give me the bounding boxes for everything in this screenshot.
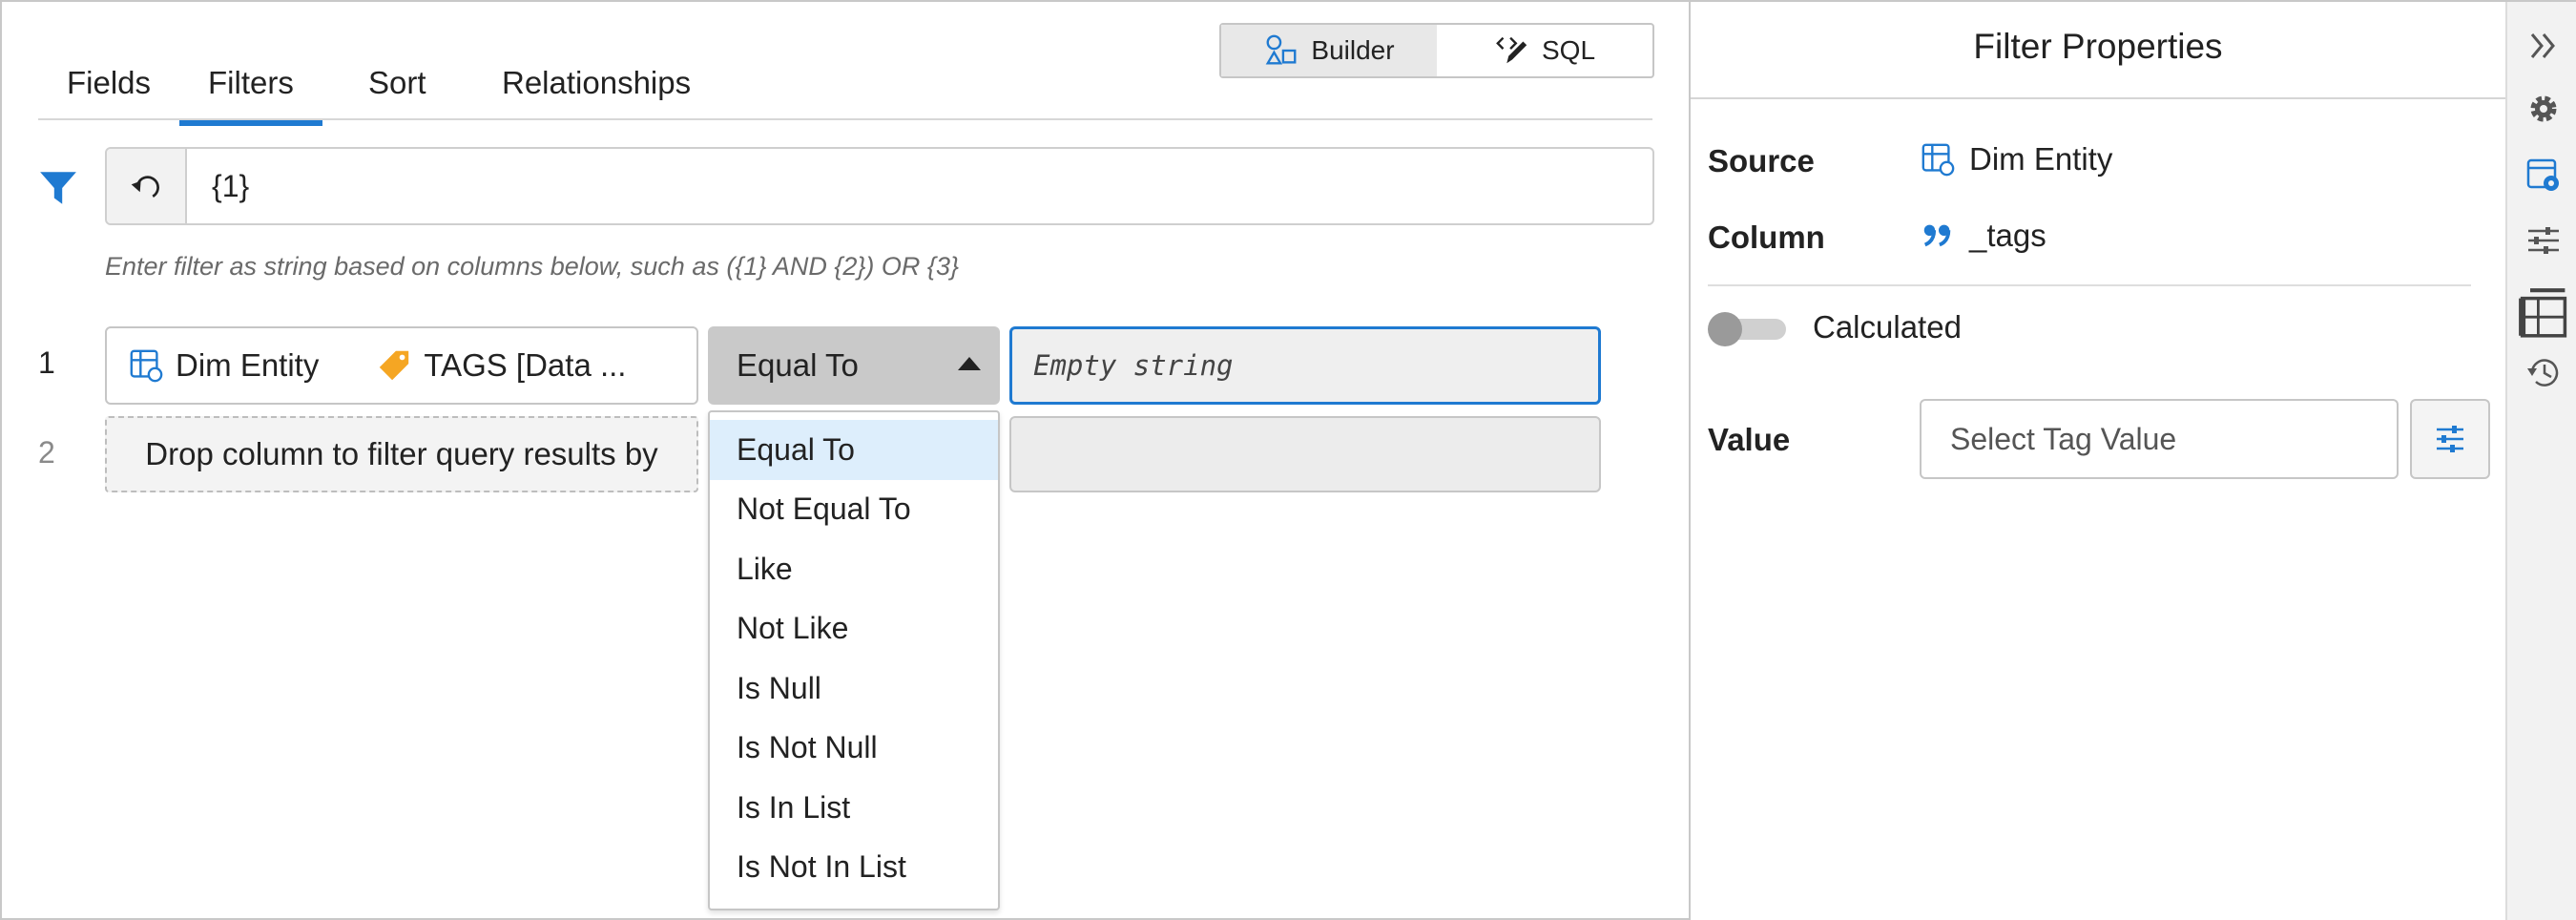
column-drop-zone[interactable]: Drop column to filter query results by [105, 416, 698, 492]
filter-properties-panel: Filter Properties Source Dim Entity Colu… [1691, 2, 2505, 920]
history-button[interactable] [2523, 351, 2565, 393]
operator-dropdown-menu: Equal To Not Equal To Like Not Like Is N… [708, 410, 1000, 910]
column-value-text: _tags [1969, 218, 2046, 253]
entity-table-icon [1922, 143, 1955, 177]
sliders-icon [2528, 227, 2559, 254]
right-tool-rail [2505, 2, 2576, 920]
calculated-toggle[interactable] [1708, 312, 1788, 346]
source-value: Dim Entity [1920, 141, 2112, 178]
operator-option[interactable]: Like [710, 539, 998, 599]
builder-button[interactable]: Builder [1221, 25, 1437, 76]
operator-option[interactable]: Not Like [710, 599, 998, 659]
tag-icon [380, 350, 409, 381]
sliders-icon [2437, 426, 2463, 452]
collapse-icon [2530, 33, 2555, 58]
table-icon [2519, 288, 2567, 338]
filter-settings-button[interactable] [2523, 155, 2565, 197]
undo-button[interactable] [107, 149, 187, 223]
code-pencil-icon [1496, 36, 1527, 64]
query-builder-panel: Fields Filters Sort Relationships Builde… [2, 2, 1689, 920]
properties-header-divider [1691, 97, 2505, 99]
mode-toggle: Builder SQL [1219, 23, 1654, 78]
column-value: _tags [1920, 218, 2046, 254]
filter-expression-input[interactable]: {1} [105, 147, 1654, 225]
row-number-2: 2 [38, 435, 55, 470]
filter-expression-value: {1} [212, 168, 250, 203]
tag-value-placeholder: Select Tag Value [1950, 421, 2177, 456]
operator-option[interactable]: Equal To [710, 420, 998, 480]
collapse-panel-button[interactable] [2523, 25, 2565, 67]
properties-divider [1708, 284, 2471, 286]
column-label: Column [1708, 220, 1825, 255]
gear-icon [2530, 95, 2557, 122]
filter-expression-hint: Enter filter as string based on columns … [105, 252, 959, 281]
app-window: Fields Filters Sort Relationships Builde… [0, 0, 2576, 920]
tab-sort[interactable]: Sort [340, 61, 455, 120]
operator-option[interactable]: Is Not In List [710, 838, 998, 898]
settings-button[interactable] [2523, 88, 2565, 130]
undo-icon [131, 176, 159, 198]
quote-string-icon [1923, 224, 1951, 247]
operator-option[interactable]: Is In List [710, 778, 998, 838]
table-layout-button[interactable] [2517, 286, 2570, 340]
tag-value-select[interactable]: Select Tag Value [1920, 399, 2399, 479]
source-label: Source [1708, 143, 1815, 178]
source-value-text: Dim Entity [1969, 141, 2113, 177]
operator-select[interactable]: Equal To [708, 326, 1000, 405]
operator-option[interactable]: Is Null [710, 659, 998, 719]
toggle-knob [1708, 312, 1742, 346]
filter-settings-icon [2526, 158, 2559, 191]
filter-column-chip[interactable]: Dim Entity TAGS [Data ... [105, 326, 698, 405]
filter-value-input-2[interactable] [1009, 416, 1601, 492]
entity-table-icon [130, 349, 163, 383]
history-icon [2527, 359, 2559, 387]
format-sliders-button[interactable] [2523, 220, 2565, 261]
builder-label: Builder [1311, 35, 1395, 65]
sql-label: SQL [1541, 35, 1596, 65]
filter-column-name: TAGS [Data ... [424, 347, 627, 383]
tab-filters[interactable]: Filters [179, 61, 322, 126]
sql-button[interactable]: SQL [1437, 25, 1652, 76]
operator-option[interactable]: Is Not Null [710, 719, 998, 779]
value-label: Value [1708, 422, 1791, 457]
filter-value-input[interactable]: Empty string [1009, 326, 1601, 405]
filter-entity-name: Dim Entity [176, 347, 320, 383]
calculated-label: Calculated [1813, 309, 1962, 345]
operator-select-value: Equal To [737, 347, 859, 383]
drop-zone-text: Drop column to filter query results by [145, 436, 658, 471]
filter-value-placeholder: Empty string [1033, 349, 1234, 382]
tab-relationships[interactable]: Relationships [473, 61, 719, 120]
properties-title: Filter Properties [1973, 27, 2223, 66]
filter-funnel-icon [40, 172, 76, 204]
row-number-1: 1 [38, 345, 55, 380]
tag-value-options-button[interactable] [2410, 399, 2490, 479]
caret-up-icon [958, 357, 981, 370]
builder-icon [1266, 34, 1297, 65]
tab-fields[interactable]: Fields [38, 61, 179, 120]
operator-option[interactable]: Not Equal To [710, 480, 998, 540]
